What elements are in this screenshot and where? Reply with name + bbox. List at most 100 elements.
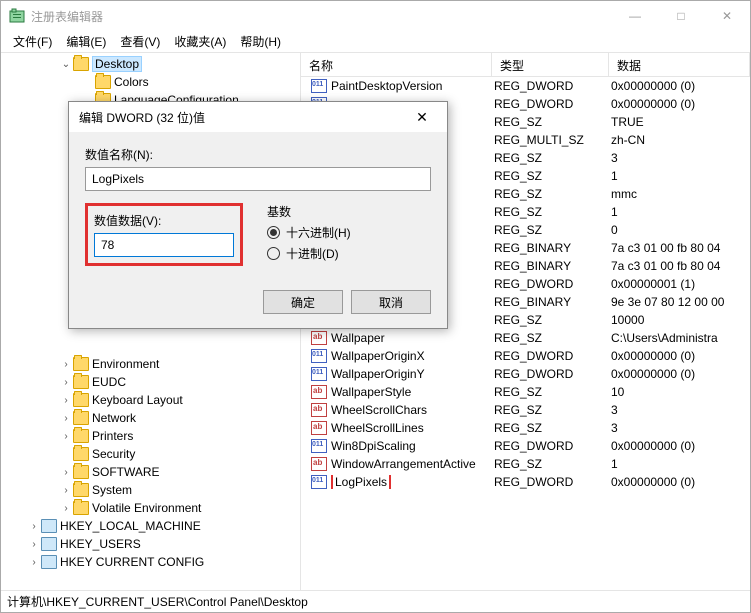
list-row[interactable]: WallpaperOriginXREG_DWORD0x00000000 (0) bbox=[301, 347, 750, 365]
menu-help[interactable]: 帮助(H) bbox=[234, 31, 287, 52]
value-data: mmc bbox=[609, 187, 750, 201]
value-data: 3 bbox=[609, 403, 750, 417]
folder-icon bbox=[73, 501, 89, 515]
list-row[interactable]: PaintDesktopVersionREG_DWORD0x00000000 (… bbox=[301, 77, 750, 95]
tree-item[interactable]: ›Volatile Environment bbox=[1, 499, 300, 517]
menu-view[interactable]: 查看(V) bbox=[114, 31, 166, 52]
value-type: REG_DWORD bbox=[492, 475, 609, 489]
value-type: REG_BINARY bbox=[492, 241, 609, 255]
folder-icon bbox=[73, 483, 89, 497]
list-row[interactable]: WallpaperREG_SZC:\Users\Administra bbox=[301, 329, 750, 347]
menu-file[interactable]: 文件(F) bbox=[7, 31, 58, 52]
maximize-button[interactable]: □ bbox=[658, 1, 704, 31]
value-name: Wallpaper bbox=[331, 331, 385, 345]
string-value-icon bbox=[311, 331, 327, 345]
value-type: REG_SZ bbox=[492, 169, 609, 183]
value-data: 10000 bbox=[609, 313, 750, 327]
value-name: WindowArrangementActive bbox=[331, 457, 476, 471]
tree-item[interactable]: ›HKEY_USERS bbox=[1, 535, 300, 553]
expand-icon[interactable]: › bbox=[59, 359, 73, 370]
value-data: 9e 3e 07 80 12 00 00 bbox=[609, 295, 750, 309]
value-data-highlight: 数值数据(V): bbox=[85, 203, 243, 266]
value-data: zh-CN bbox=[609, 133, 750, 147]
tree-item[interactable]: ›HKEY CURRENT CONFIG bbox=[1, 553, 300, 571]
value-type: REG_DWORD bbox=[492, 277, 609, 291]
cancel-button[interactable]: 取消 bbox=[351, 290, 431, 314]
value-data-label: 数值数据(V): bbox=[94, 212, 234, 229]
menu-edit[interactable]: 编辑(E) bbox=[60, 31, 112, 52]
col-type[interactable]: 类型 bbox=[492, 53, 609, 76]
list-row[interactable]: WheelScrollCharsREG_SZ3 bbox=[301, 401, 750, 419]
value-type: REG_SZ bbox=[492, 187, 609, 201]
tree-item-desktop[interactable]: ⌄Desktop bbox=[1, 55, 300, 73]
base-label: 基数 bbox=[267, 203, 351, 220]
value-data: 0 bbox=[609, 223, 750, 237]
expand-icon[interactable]: › bbox=[59, 395, 73, 406]
value-type: REG_SZ bbox=[492, 403, 609, 417]
value-data: 0x00000001 (1) bbox=[609, 277, 750, 291]
tree-item[interactable]: ›Keyboard Layout bbox=[1, 391, 300, 409]
titlebar: 注册表编辑器 — □ ✕ bbox=[1, 1, 750, 31]
collapse-icon[interactable]: ⌄ bbox=[59, 59, 73, 70]
dialog-close-button[interactable]: ✕ bbox=[407, 109, 437, 126]
string-value-icon bbox=[311, 457, 327, 471]
value-data: 3 bbox=[609, 151, 750, 165]
radio-dec[interactable]: 十进制(D) bbox=[267, 245, 351, 262]
dialog-titlebar[interactable]: 编辑 DWORD (32 位)值 ✕ bbox=[69, 102, 447, 132]
col-name[interactable]: 名称 bbox=[301, 53, 492, 76]
binary-value-icon bbox=[311, 349, 327, 363]
value-data: 1 bbox=[609, 169, 750, 183]
list-row[interactable]: WallpaperOriginYREG_DWORD0x00000000 (0) bbox=[301, 365, 750, 383]
binary-value-icon bbox=[311, 367, 327, 381]
folder-icon bbox=[73, 411, 89, 425]
menu-favorites[interactable]: 收藏夹(A) bbox=[168, 31, 232, 52]
list-row[interactable]: WindowArrangementActiveREG_SZ1 bbox=[301, 455, 750, 473]
list-row[interactable]: Win8DpiScalingREG_DWORD0x00000000 (0) bbox=[301, 437, 750, 455]
value-data-input[interactable] bbox=[94, 233, 234, 257]
tree-item[interactable]: Security bbox=[1, 445, 300, 463]
tree-item[interactable]: ›HKEY_LOCAL_MACHINE bbox=[1, 517, 300, 535]
value-name: WallpaperStyle bbox=[331, 385, 411, 399]
tree-item[interactable]: ›Environment bbox=[1, 355, 300, 373]
tree-item[interactable]: ›System bbox=[1, 481, 300, 499]
value-type: REG_SZ bbox=[492, 223, 609, 237]
expand-icon[interactable]: › bbox=[59, 467, 73, 478]
minimize-button[interactable]: — bbox=[612, 1, 658, 31]
col-data[interactable]: 数据 bbox=[609, 53, 750, 76]
value-type: REG_DWORD bbox=[492, 349, 609, 363]
expand-icon[interactable]: › bbox=[59, 413, 73, 424]
value-type: REG_SZ bbox=[492, 115, 609, 129]
value-data: C:\Users\Administra bbox=[609, 331, 750, 345]
expand-icon[interactable]: › bbox=[59, 485, 73, 496]
value-data: 7a c3 01 00 fb 80 04 bbox=[609, 241, 750, 255]
list-row[interactable]: LogPixelsREG_DWORD0x00000000 (0) bbox=[301, 473, 750, 491]
tree-item[interactable]: ›SOFTWARE bbox=[1, 463, 300, 481]
value-data: 0x00000000 (0) bbox=[609, 367, 750, 381]
tree-item[interactable]: ›EUDC bbox=[1, 373, 300, 391]
expand-icon[interactable]: › bbox=[59, 431, 73, 442]
expand-icon[interactable]: › bbox=[27, 557, 41, 568]
value-data: 0x00000000 (0) bbox=[609, 349, 750, 363]
tree-item[interactable]: ›Printers bbox=[1, 427, 300, 445]
expand-icon[interactable]: › bbox=[59, 377, 73, 388]
close-button[interactable]: ✕ bbox=[704, 1, 750, 31]
value-name: WheelScrollLines bbox=[331, 421, 424, 435]
list-row[interactable]: WheelScrollLinesREG_SZ3 bbox=[301, 419, 750, 437]
list-row[interactable]: WallpaperStyleREG_SZ10 bbox=[301, 383, 750, 401]
radio-hex[interactable]: 十六进制(H) bbox=[267, 224, 351, 241]
ok-button[interactable]: 确定 bbox=[263, 290, 343, 314]
expand-icon[interactable]: › bbox=[27, 539, 41, 550]
folder-icon bbox=[73, 357, 89, 371]
value-type: REG_SZ bbox=[492, 205, 609, 219]
expand-icon[interactable]: › bbox=[59, 503, 73, 514]
expand-icon[interactable]: › bbox=[27, 521, 41, 532]
value-name-input[interactable] bbox=[85, 167, 431, 191]
binary-value-icon bbox=[311, 79, 327, 93]
value-type: REG_SZ bbox=[492, 151, 609, 165]
status-bar: 计算机\HKEY_CURRENT_USER\Control Panel\Desk… bbox=[1, 590, 750, 612]
radio-icon bbox=[267, 226, 280, 239]
tree-item[interactable]: Colors bbox=[1, 73, 300, 91]
folder-icon bbox=[73, 393, 89, 407]
tree-item[interactable]: ›Network bbox=[1, 409, 300, 427]
value-type: REG_DWORD bbox=[492, 79, 609, 93]
